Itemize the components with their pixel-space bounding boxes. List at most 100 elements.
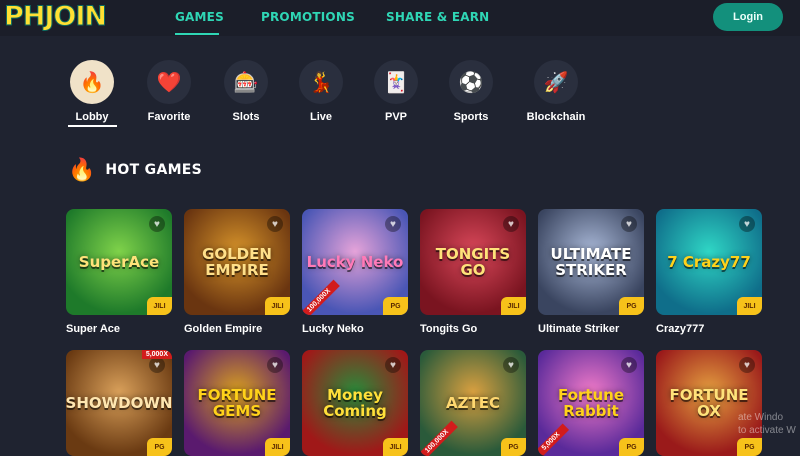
category-bar: 🔥 Lobby ❤️ Favorite 🎰 Slots 💃 Live 🃏 PVP…	[0, 60, 800, 130]
game-card[interactable]: AZTEC ♥ 100,000X PG	[420, 350, 526, 456]
game-card[interactable]: Money Coming ♥ JILI	[302, 350, 408, 456]
game-art-title: Fortune Rabbit	[557, 386, 625, 420]
game-art-title: SuperAce	[78, 253, 160, 271]
category-label: PVP	[384, 111, 407, 123]
fire-icon: 🔥	[68, 157, 96, 182]
game-name[interactable]: Super Ace	[66, 323, 172, 335]
game-card[interactable]: GOLDEN EMPIRE ♥ JILI Golden Empire	[184, 209, 290, 335]
top-header: PHJOIN GAMES PROMOTIONS SHARE & EARN Log…	[0, 0, 800, 36]
game-art-title: GOLDEN EMPIRE	[202, 245, 272, 279]
provider-badge: PG	[737, 438, 762, 456]
game-card[interactable]: Fortune Rabbit ♥ 5,000X PG	[538, 350, 644, 456]
category-label: Sports	[453, 111, 489, 123]
favorite-heart-icon[interactable]: ♥	[503, 216, 519, 232]
category-label: Lobby	[75, 111, 109, 123]
game-thumbnail[interactable]: AZTEC ♥ 100,000X PG	[420, 350, 526, 456]
provider-badge: JILI	[147, 297, 172, 315]
game-thumbnail[interactable]: 7 Crazy77 ♥ JILI	[656, 209, 762, 315]
game-card[interactable]: FORTUNE GEMS ♥ JILI	[184, 350, 290, 456]
provider-badge: JILI	[501, 297, 526, 315]
game-name[interactable]: Tongits Go	[420, 323, 526, 335]
category-label: Slots	[232, 111, 260, 123]
watermark-line: to activate W	[738, 425, 796, 436]
game-card[interactable]: SHOWDOWN ♥ 5,000X PG	[66, 350, 172, 456]
game-thumbnail[interactable]: FORTUNE GEMS ♥ JILI	[184, 350, 290, 456]
category-label: Favorite	[147, 111, 191, 123]
provider-badge: JILI	[265, 297, 290, 315]
game-thumbnail[interactable]: TONGITS GO ♥ JILI	[420, 209, 526, 315]
favorite-heart-icon[interactable]: ♥	[267, 357, 283, 373]
game-art-title: SHOWDOWN	[66, 394, 172, 412]
game-card[interactable]: Lucky Neko ♥ 100,000X PG Lucky Neko	[302, 209, 408, 335]
game-thumbnail[interactable]: GOLDEN EMPIRE ♥ JILI	[184, 209, 290, 315]
category-blockchain[interactable]: 🚀 Blockchain	[518, 60, 594, 123]
section-title: HOT GAMES	[105, 162, 203, 178]
heart-icon: ❤️	[147, 60, 191, 104]
game-name[interactable]: Lucky Neko	[302, 323, 408, 335]
category-label: Live	[309, 111, 332, 123]
activate-windows-watermark: ate Windo to activate W	[738, 411, 796, 437]
category-pvp[interactable]: 🃏 PVP	[358, 60, 434, 123]
category-label: Blockchain	[526, 111, 586, 123]
game-card[interactable]: 7 Crazy77 ♥ JILI Crazy777	[656, 209, 762, 335]
max-win-badge: 5,000X	[141, 350, 172, 359]
favorite-heart-icon[interactable]: ♥	[739, 357, 755, 373]
brand-logo[interactable]: PHJOIN	[3, 1, 107, 32]
provider-badge: JILI	[383, 438, 408, 456]
category-active-indicator	[68, 125, 117, 127]
game-card[interactable]: FORTUNE OX ♥ PG	[656, 350, 762, 456]
game-art-title: 7 Crazy77	[667, 253, 751, 271]
logo-ph-text: PH	[3, 1, 45, 32]
provider-badge: JILI	[737, 297, 762, 315]
provider-badge: PG	[619, 297, 644, 315]
game-thumbnail[interactable]: SuperAce ♥ JILI	[66, 209, 172, 315]
provider-badge: PG	[501, 438, 526, 456]
provider-badge: JILI	[265, 438, 290, 456]
favorite-heart-icon[interactable]: ♥	[267, 216, 283, 232]
game-card[interactable]: SuperAce ♥ JILI Super Ace	[66, 209, 172, 335]
favorite-heart-icon[interactable]: ♥	[385, 216, 401, 232]
game-thumbnail[interactable]: ULTIMATE STRIKER ♥ PG	[538, 209, 644, 315]
soccer-player-icon: ⚽	[449, 60, 493, 104]
nav-promotions[interactable]: PROMOTIONS	[261, 10, 355, 24]
category-live[interactable]: 💃 Live	[283, 60, 359, 123]
game-art-title: TONGITS GO	[435, 245, 511, 279]
category-slots[interactable]: 🎰 Slots	[208, 60, 284, 123]
login-button[interactable]: Login	[713, 3, 783, 31]
game-thumbnail[interactable]: Money Coming ♥ JILI	[302, 350, 408, 456]
provider-badge: PG	[619, 438, 644, 456]
hot-games-header: 🔥 HOT GAMES	[68, 157, 202, 183]
watermark-line: ate Windo	[738, 412, 784, 423]
nav-active-indicator	[175, 33, 219, 35]
game-card[interactable]: ULTIMATE STRIKER ♥ PG Ultimate Striker	[538, 209, 644, 335]
game-art-title: Lucky Neko	[306, 253, 404, 271]
category-favorite[interactable]: ❤️ Favorite	[131, 60, 207, 123]
game-name[interactable]: Golden Empire	[184, 323, 290, 335]
category-lobby[interactable]: 🔥 Lobby	[54, 60, 130, 123]
nav-share-earn[interactable]: SHARE & EARN	[386, 10, 489, 24]
game-card[interactable]: TONGITS GO ♥ JILI Tongits Go	[420, 209, 526, 335]
favorite-heart-icon[interactable]: ♥	[385, 357, 401, 373]
game-art-title: ULTIMATE STRIKER	[550, 245, 632, 279]
favorite-heart-icon[interactable]: ♥	[621, 357, 637, 373]
rocket-icon: 🚀	[534, 60, 578, 104]
game-thumbnail[interactable]: Fortune Rabbit ♥ 5,000X PG	[538, 350, 644, 456]
game-art-title: Money Coming	[323, 386, 387, 420]
favorite-heart-icon[interactable]: ♥	[739, 216, 755, 232]
game-name[interactable]: Crazy777	[656, 323, 762, 335]
favorite-heart-icon[interactable]: ♥	[149, 357, 165, 373]
game-thumbnail[interactable]: Lucky Neko ♥ 100,000X PG	[302, 209, 408, 315]
provider-badge: PG	[147, 438, 172, 456]
fire-icon: 🔥	[70, 60, 114, 104]
game-thumbnail[interactable]: SHOWDOWN ♥ 5,000X PG	[66, 350, 172, 456]
favorite-heart-icon[interactable]: ♥	[503, 357, 519, 373]
game-name[interactable]: Ultimate Striker	[538, 323, 644, 335]
game-thumbnail[interactable]: FORTUNE OX ♥ PG	[656, 350, 762, 456]
game-art-title: AZTEC	[446, 394, 500, 412]
favorite-heart-icon[interactable]: ♥	[621, 216, 637, 232]
slot-machine-icon: 🎰	[224, 60, 268, 104]
category-sports[interactable]: ⚽ Sports	[433, 60, 509, 123]
provider-badge: PG	[383, 297, 408, 315]
nav-games[interactable]: GAMES	[175, 10, 224, 24]
favorite-heart-icon[interactable]: ♥	[149, 216, 165, 232]
